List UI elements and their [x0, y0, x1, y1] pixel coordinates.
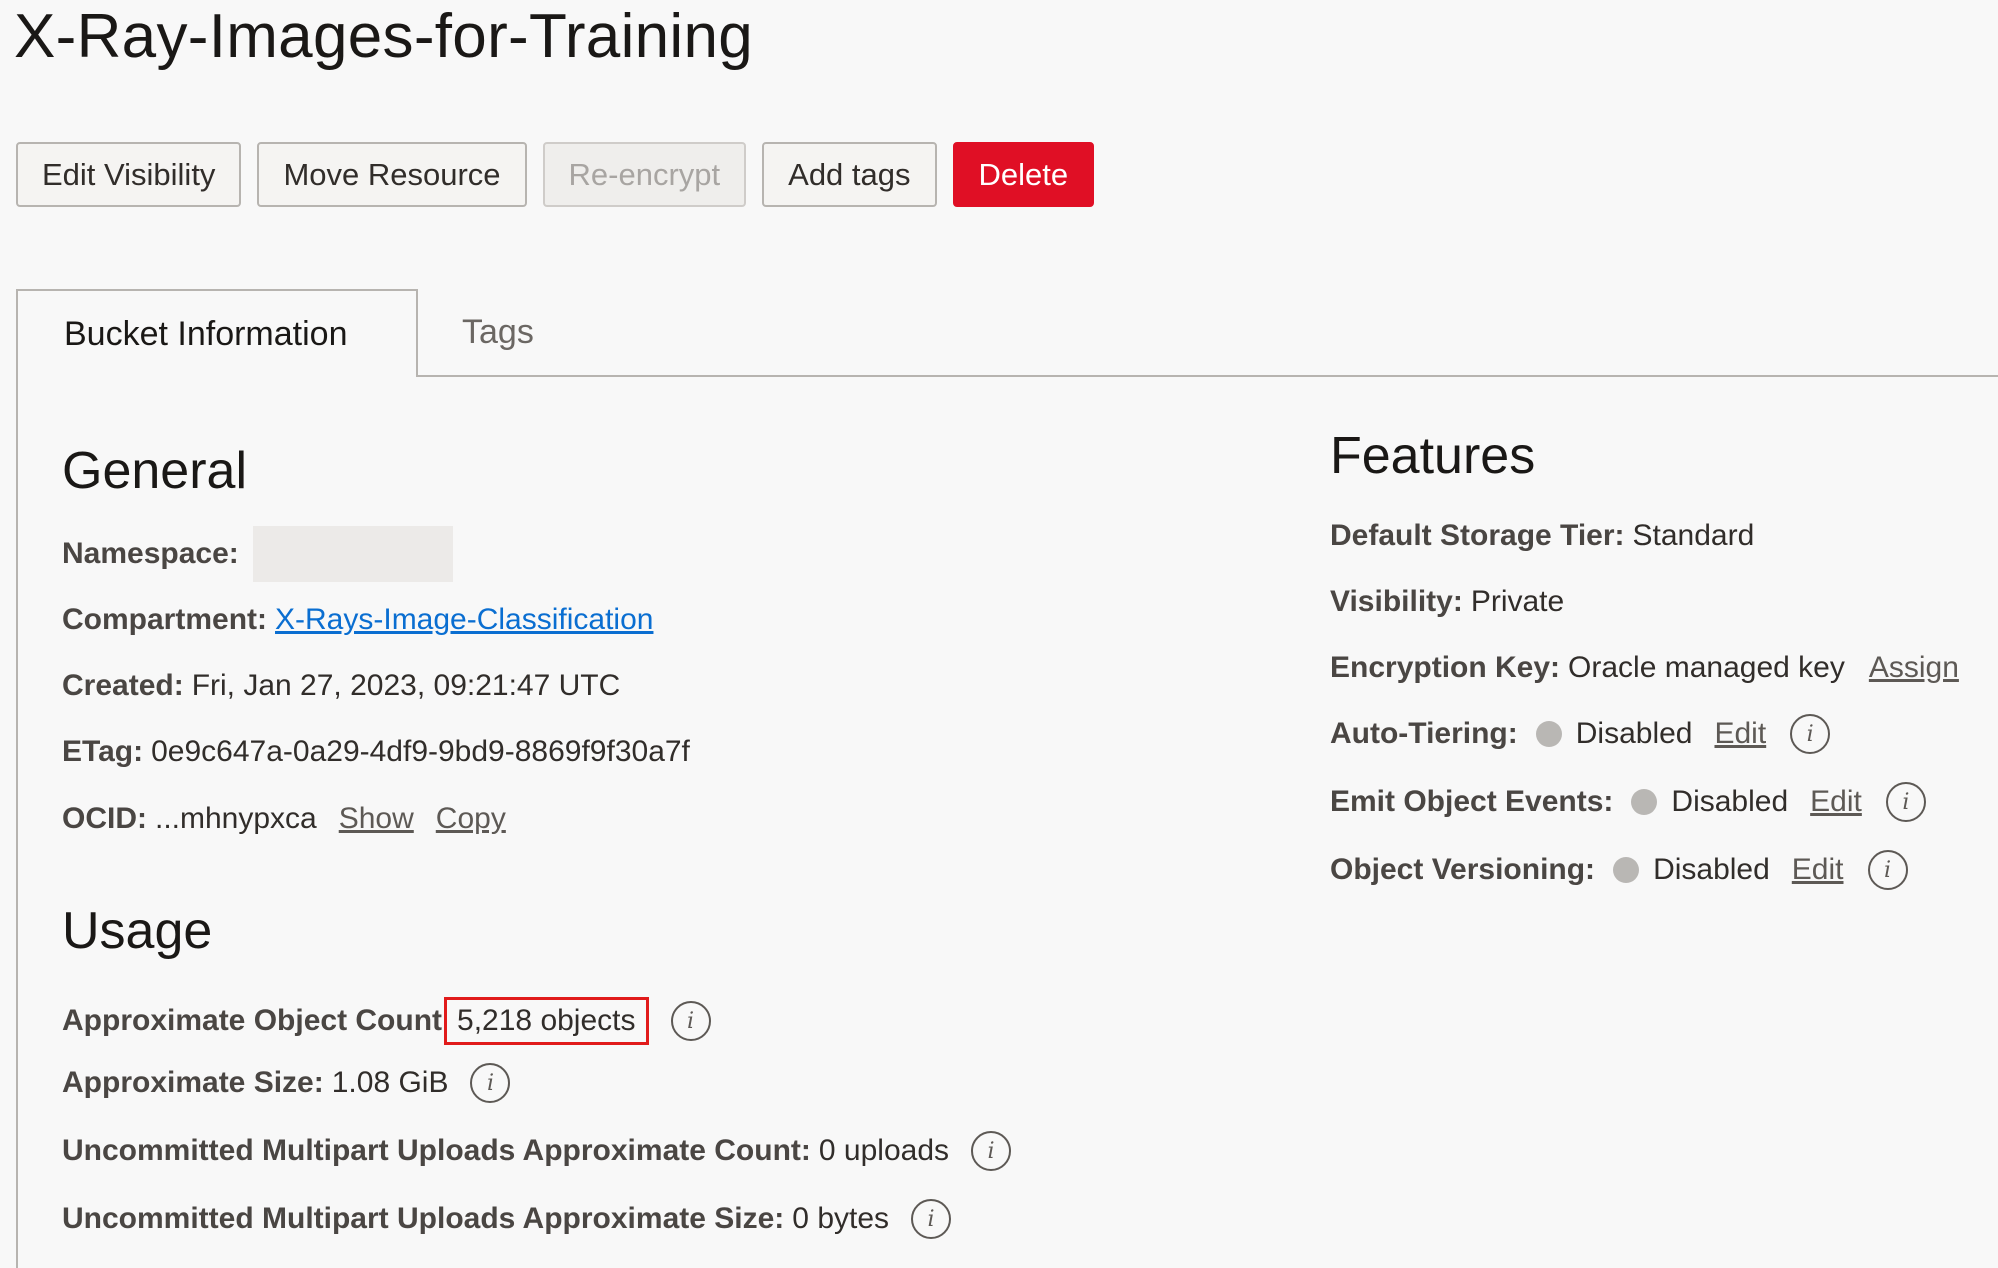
- encryption-label: Encryption Key:: [1330, 651, 1561, 684]
- etag-label: ETag:: [62, 735, 144, 768]
- approx-size-info-icon[interactable]: i: [470, 1063, 511, 1103]
- emit-events-status-dot: [1631, 789, 1658, 815]
- uncommitted-count-row: Uncommitted Multipart Uploads Approximat…: [62, 1129, 1011, 1173]
- versioning-label: Object Versioning:: [1330, 853, 1596, 886]
- storage-tier-value: Standard: [1632, 519, 1755, 552]
- emit-events-value: Disabled: [1671, 785, 1789, 818]
- emit-events-row: Emit Object Events: Disabled Edit i: [1330, 780, 1926, 824]
- versioning-value: Disabled: [1653, 853, 1770, 886]
- approx-size-value: 1.08 GiB: [331, 1066, 449, 1099]
- ocid-row: OCID: ...mhnypxca Show Copy: [62, 797, 506, 841]
- add-tags-button[interactable]: Add tags: [762, 142, 937, 207]
- auto-tiering-info-icon[interactable]: i: [1790, 714, 1831, 754]
- visibility-label: Visibility:: [1330, 585, 1463, 618]
- compartment-label: Compartment:: [62, 603, 268, 636]
- page-title: X-Ray-Images-for-Training: [14, 2, 754, 71]
- uncommitted-size-row: Uncommitted Multipart Uploads Approximat…: [62, 1197, 952, 1241]
- emit-events-label: Emit Object Events:: [1330, 785, 1614, 818]
- tabs-divider: [417, 375, 1998, 377]
- ocid-copy-link[interactable]: Copy: [436, 802, 506, 836]
- ocid-show-link[interactable]: Show: [339, 802, 414, 836]
- uncommitted-count-value: 0 uploads: [818, 1134, 949, 1167]
- object-count-value: 5,218 objects: [444, 997, 649, 1045]
- namespace-value-redacted: [252, 526, 453, 582]
- usage-section-title: Usage: [62, 902, 213, 960]
- delete-button[interactable]: Delete: [952, 142, 1095, 207]
- action-toolbar: Edit Visibility Move Resource Re-encrypt…: [16, 142, 1095, 207]
- ocid-label: OCID:: [62, 802, 147, 835]
- uncommitted-size-value: 0 bytes: [792, 1202, 890, 1235]
- re-encrypt-button[interactable]: Re-encrypt: [542, 142, 747, 207]
- tab-bucket-information[interactable]: Bucket Information: [16, 289, 418, 377]
- emit-events-edit-link[interactable]: Edit: [1810, 785, 1862, 819]
- namespace-label: Namespace:: [62, 537, 239, 570]
- general-section-title: General: [62, 442, 247, 500]
- approx-size-row: Approximate Size: 1.08 GiB i: [62, 1061, 511, 1105]
- etag-value: 0e9c647a-0a29-4df9-9bd9-8869f9f30a7f: [151, 735, 690, 768]
- visibility-row: Visibility: Private: [1330, 580, 1564, 624]
- versioning-edit-link[interactable]: Edit: [1792, 853, 1844, 887]
- encryption-value: Oracle managed key: [1568, 651, 1845, 684]
- namespace-row: Namespace:: [62, 526, 453, 582]
- versioning-status-dot: [1613, 857, 1640, 883]
- auto-tiering-row: Auto-Tiering: Disabled Edit i: [1330, 712, 1831, 756]
- auto-tiering-status-dot: [1535, 721, 1562, 747]
- auto-tiering-edit-link[interactable]: Edit: [1714, 717, 1766, 751]
- uncommitted-count-label: Uncommitted Multipart Uploads Approximat…: [62, 1134, 811, 1167]
- visibility-value: Private: [1470, 585, 1565, 618]
- created-label: Created:: [62, 669, 184, 702]
- edit-visibility-button[interactable]: Edit Visibility: [16, 142, 242, 207]
- encryption-assign-link[interactable]: Assign: [1869, 651, 1959, 685]
- encryption-row: Encryption Key: Oracle managed key Assig…: [1330, 646, 1959, 690]
- object-count-row: Approximate Object Count 5,218 objects i: [62, 993, 711, 1049]
- created-value: Fri, Jan 27, 2023, 09:21:47 UTC: [191, 669, 621, 702]
- versioning-info-icon[interactable]: i: [1867, 850, 1908, 890]
- versioning-row: Object Versioning: Disabled Edit i: [1330, 848, 1908, 892]
- created-row: Created: Fri, Jan 27, 2023, 09:21:47 UTC: [62, 664, 620, 708]
- storage-tier-row: Default Storage Tier: Standard: [1330, 514, 1754, 558]
- compartment-link[interactable]: X-Rays-Image-Classification: [275, 603, 653, 637]
- uncommitted-count-info-icon[interactable]: i: [971, 1131, 1011, 1171]
- emit-events-info-icon[interactable]: i: [1885, 782, 1926, 822]
- features-section-title: Features: [1330, 427, 1536, 485]
- etag-row: ETag: 0e9c647a-0a29-4df9-9bd9-8869f9f30a…: [62, 730, 690, 774]
- tab-tags[interactable]: Tags: [462, 289, 534, 375]
- ocid-value: ...mhnypxca: [155, 802, 317, 835]
- panel-border: [16, 375, 18, 1268]
- auto-tiering-label: Auto-Tiering:: [1330, 717, 1518, 750]
- compartment-row: Compartment: X-Rays-Image-Classification: [62, 598, 653, 642]
- storage-tier-label: Default Storage Tier:: [1330, 519, 1625, 552]
- move-resource-button[interactable]: Move Resource: [257, 142, 527, 207]
- object-count-info-icon[interactable]: i: [670, 1001, 711, 1041]
- auto-tiering-value: Disabled: [1575, 717, 1693, 750]
- uncommitted-size-label: Uncommitted Multipart Uploads Approximat…: [62, 1202, 785, 1235]
- uncommitted-size-info-icon[interactable]: i: [911, 1199, 952, 1239]
- approx-size-label: Approximate Size:: [62, 1066, 324, 1099]
- object-count-label: Approximate Object Count: [62, 1004, 443, 1037]
